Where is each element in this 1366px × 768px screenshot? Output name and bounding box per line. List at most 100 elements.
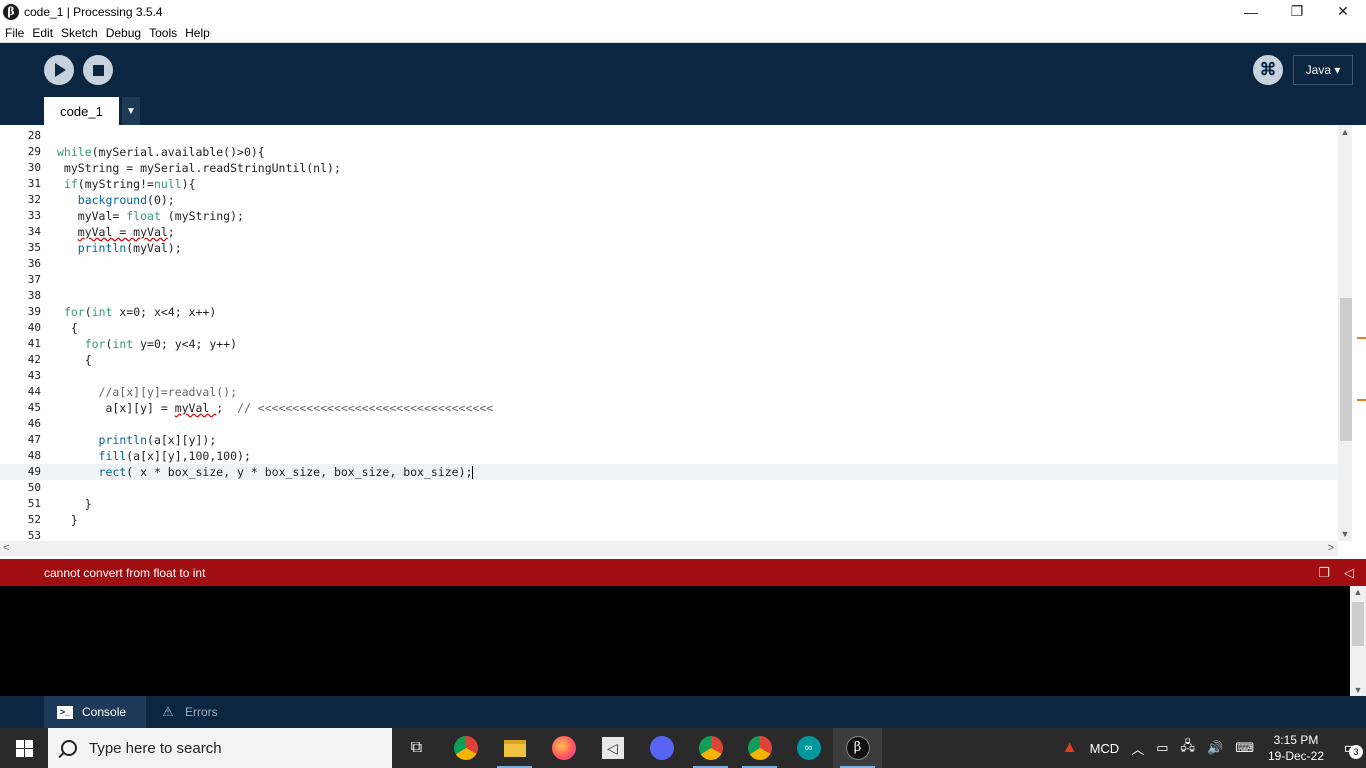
taskbar-firefox[interactable]	[539, 728, 588, 768]
close-button[interactable]: ✕	[1320, 0, 1366, 23]
code-line[interactable]: 50	[0, 480, 1338, 496]
code-text[interactable]: myVal = myVal;	[57, 224, 175, 240]
scroll-up-icon[interactable]: ▲	[1338, 125, 1352, 139]
code-text[interactable]: for(int y=0; y<4; y++)	[57, 336, 237, 352]
code-text[interactable]: background(0);	[57, 192, 175, 208]
code-line[interactable]: 47 println(a[x][y]);	[0, 432, 1338, 448]
start-button[interactable]	[0, 728, 48, 768]
minimize-button[interactable]: —	[1228, 0, 1274, 23]
editor-vertical-scrollbar[interactable]: ▲ ▼	[1338, 125, 1352, 541]
weather-label[interactable]: MCD	[1090, 741, 1120, 756]
code-text[interactable]: }	[57, 512, 78, 528]
network-icon[interactable]: 🖧	[1181, 737, 1196, 759]
code-line[interactable]: 48 fill(a[x][y],100,100);	[0, 448, 1338, 464]
taskbar-chrome[interactable]	[441, 728, 490, 768]
code-line[interactable]: 30 myString = mySerial.readStringUntil(n…	[0, 160, 1338, 176]
code-text[interactable]: rect( x * box_size, y * box_size, box_si…	[57, 464, 474, 480]
taskbar-discord[interactable]	[637, 728, 686, 768]
scroll-left-icon[interactable]: <	[3, 541, 9, 556]
error-marker[interactable]	[1357, 337, 1366, 339]
code-text[interactable]: myVal= float (myString);	[57, 208, 244, 224]
code-line[interactable]: 51 }	[0, 496, 1338, 512]
code-text[interactable]: println(a[x][y]);	[57, 432, 217, 448]
tab-code-1[interactable]: code_1	[44, 97, 119, 125]
scrollbar-thumb[interactable]	[1352, 602, 1364, 646]
taskbar-chrome-profile-1[interactable]	[686, 728, 735, 768]
code-text[interactable]: myString = mySerial.readStringUntil(nl);	[57, 160, 341, 176]
console-scrollbar[interactable]: ▲ ▼	[1350, 586, 1366, 696]
scroll-down-icon[interactable]: ▼	[1338, 527, 1352, 541]
code-line[interactable]: 45 a[x][y] = myVal ; // <<<<<<<<<<<<<<<<…	[0, 400, 1338, 416]
notification-button[interactable]: ▭ 3	[1336, 728, 1366, 768]
code-line[interactable]: 49 rect( x * box_size, y * box_size, box…	[0, 464, 1338, 480]
menu-sketch[interactable]: Sketch	[57, 26, 102, 40]
code-line[interactable]: 28	[0, 128, 1338, 144]
line-number: 49	[27, 465, 41, 478]
code-text[interactable]: //a[x][y]=readval();	[57, 384, 237, 400]
code-text[interactable]: if(myString!=null){	[57, 176, 196, 192]
task-view-button[interactable]: ⧉	[392, 728, 441, 768]
code-text[interactable]: }	[57, 496, 92, 512]
code-line[interactable]: 52 }	[0, 512, 1338, 528]
scrollbar-thumb[interactable]	[1340, 298, 1352, 441]
code-text[interactable]: {	[57, 320, 78, 336]
code-line[interactable]: 46	[0, 416, 1338, 432]
code-line[interactable]: 39 for(int x=0; x<4; x++)	[0, 304, 1338, 320]
code-line[interactable]: 31 if(myString!=null){	[0, 176, 1338, 192]
scroll-down-icon[interactable]: ▼	[1350, 685, 1366, 695]
chevron-up-icon[interactable]: ︿	[1131, 739, 1144, 758]
scroll-up-icon[interactable]: ▲	[1350, 587, 1366, 597]
code-line[interactable]: 34 myVal = myVal;	[0, 224, 1338, 240]
code-text[interactable]: fill(a[x][y],100,100);	[57, 448, 251, 464]
tab-errors[interactable]: ⚠ Errors	[146, 696, 236, 728]
collapse-icon[interactable]: ◁	[1344, 565, 1354, 581]
code-text[interactable]: {	[57, 352, 92, 368]
error-marker[interactable]	[1357, 399, 1366, 401]
code-line[interactable]: 43	[0, 368, 1338, 384]
code-editor[interactable]: 28 29 while(mySerial.available()>0){30 myS…	[0, 125, 1366, 541]
code-text[interactable]: while(mySerial.available()>0){	[57, 144, 265, 160]
console-output[interactable]	[0, 586, 1366, 696]
taskbar-chrome-profile-2[interactable]	[735, 728, 784, 768]
line-number: 35	[27, 241, 41, 254]
code-line[interactable]: 37	[0, 272, 1338, 288]
code-line[interactable]: 38	[0, 288, 1338, 304]
run-button[interactable]	[44, 55, 74, 85]
meet-icon[interactable]: ▭	[1156, 740, 1168, 756]
menu-tools[interactable]: Tools	[145, 26, 181, 40]
taskbar-search[interactable]: Type here to search	[48, 728, 392, 768]
taskbar-arduino[interactable]: ∞	[784, 728, 833, 768]
menu-debug[interactable]: Debug	[102, 26, 145, 40]
copy-icon[interactable]: ❐	[1318, 565, 1330, 581]
code-line[interactable]: 44 //a[x][y]=readval();	[0, 384, 1338, 400]
tab-menu-button[interactable]: ▼	[122, 97, 140, 125]
code-line[interactable]: 53	[0, 528, 1338, 541]
code-line[interactable]: 29 while(mySerial.available()>0){	[0, 144, 1338, 160]
taskbar-visual-studio[interactable]: ◁	[588, 728, 637, 768]
scroll-right-icon[interactable]: >	[1328, 541, 1334, 556]
code-line[interactable]: 33 myVal= float (myString);	[0, 208, 1338, 224]
maximize-button[interactable]: ❐	[1274, 0, 1320, 23]
code-line[interactable]: 36	[0, 256, 1338, 272]
menu-edit[interactable]: Edit	[28, 26, 57, 40]
code-line[interactable]: 35 println(myVal);	[0, 240, 1338, 256]
code-line[interactable]: 32 background(0);	[0, 192, 1338, 208]
mode-selector[interactable]: Java ▾	[1293, 55, 1353, 85]
keyboard-icon[interactable]: ⌨	[1235, 740, 1254, 756]
code-line[interactable]: 42 {	[0, 352, 1338, 368]
editor-horizontal-scrollbar[interactable]: < >	[0, 541, 1338, 556]
menu-help[interactable]: Help	[181, 26, 214, 40]
code-line[interactable]: 40 {	[0, 320, 1338, 336]
volume-icon[interactable]: 🔊	[1207, 740, 1223, 756]
code-text[interactable]: a[x][y] = myVal ; // <<<<<<<<<<<<<<<<<<<…	[57, 400, 493, 416]
tab-console[interactable]: >_ Console	[44, 696, 146, 728]
code-text[interactable]: println(myVal);	[57, 240, 182, 256]
debugger-button[interactable]: ⌘	[1253, 55, 1283, 85]
taskbar-processing[interactable]: β	[833, 728, 882, 768]
menu-file[interactable]: File	[1, 26, 28, 40]
code-line[interactable]: 41 for(int y=0; y<4; y++)	[0, 336, 1338, 352]
stop-button[interactable]	[83, 55, 113, 85]
taskbar-file-explorer[interactable]	[490, 728, 539, 768]
code-text[interactable]: for(int x=0; x<4; x++)	[57, 304, 216, 320]
clock[interactable]: 3:15 PM 19-Dec-22	[1268, 732, 1324, 764]
